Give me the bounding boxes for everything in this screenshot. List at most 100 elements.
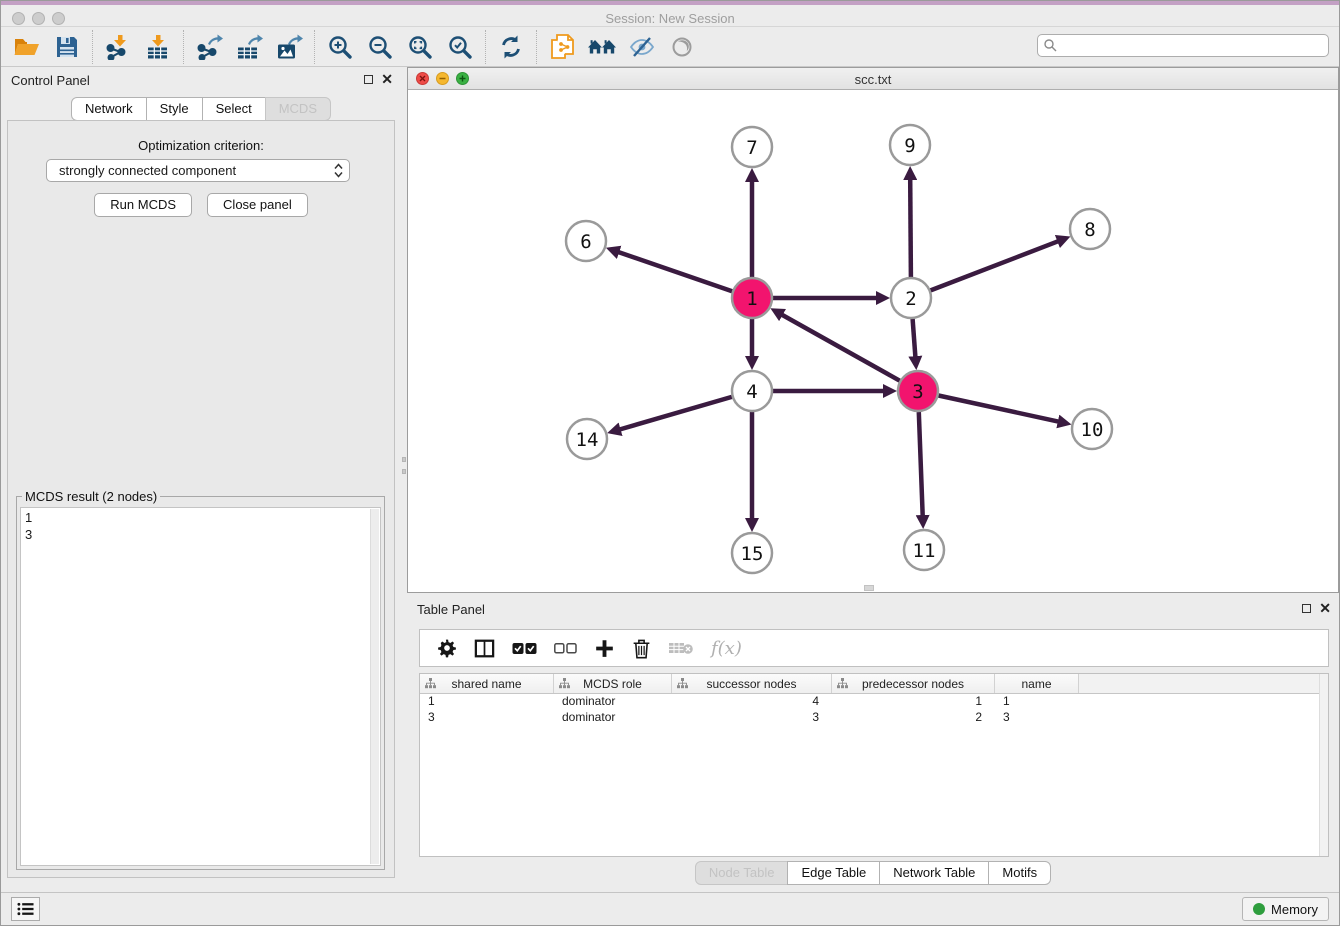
graph-edge-4-14[interactable] [620, 397, 732, 430]
optimization-criterion-value: strongly connected component [59, 163, 334, 178]
cell-successor-nodes[interactable]: 4 [672, 694, 832, 710]
search-field[interactable] [1037, 34, 1329, 57]
close-panel-icon[interactable]: ✕ [381, 74, 393, 84]
tab-mcds[interactable]: MCDS [265, 97, 331, 121]
add-row-icon[interactable] [594, 638, 615, 659]
table-settings-icon[interactable] [437, 638, 457, 658]
save-session-icon[interactable] [47, 30, 87, 64]
tab-style[interactable]: Style [146, 97, 203, 121]
cell-successor-nodes[interactable]: 3 [672, 710, 832, 726]
control-panel-title: Control Panel [11, 73, 90, 88]
splitter-grip[interactable] [402, 469, 406, 474]
graph-node-label: 9 [904, 135, 915, 157]
toolbar-separator [314, 30, 315, 64]
export-image-icon[interactable] [269, 30, 309, 64]
graph-edge-3-1[interactable] [782, 315, 900, 381]
graph-edge-2-8[interactable] [931, 241, 1059, 290]
splitter-grip[interactable] [402, 457, 406, 462]
graph-node-label: 4 [746, 381, 757, 403]
float-panel-icon[interactable] [1302, 604, 1311, 613]
close-panel-button[interactable]: Close panel [207, 193, 308, 217]
cell-shared-name[interactable]: 1 [420, 694, 554, 710]
zoom-in-icon[interactable] [320, 30, 360, 64]
memory-button[interactable]: Memory [1242, 897, 1329, 921]
result-scrollbar[interactable] [370, 509, 379, 864]
tab-select[interactable]: Select [202, 97, 266, 121]
search-input[interactable] [1058, 37, 1328, 55]
clone-network-icon[interactable] [542, 30, 582, 64]
network-canvas-svg[interactable]: 1234678910111415 [408, 90, 1340, 593]
attribute-icon [559, 678, 570, 689]
column-header-name[interactable]: name [995, 674, 1079, 693]
graph-edge-2-3[interactable] [913, 319, 916, 357]
hide-graphics-icon[interactable] [622, 30, 662, 64]
float-panel-icon[interactable] [364, 75, 373, 84]
column-header-shared-name[interactable]: shared name [420, 674, 554, 693]
mcds-result-text[interactable]: 1 3 [20, 507, 381, 866]
tab-edge-table[interactable]: Edge Table [787, 861, 880, 885]
import-table-icon[interactable] [138, 30, 178, 64]
import-network-icon[interactable] [98, 30, 138, 64]
function-builder-icon[interactable]: f(x) [711, 638, 742, 659]
zoom-out-icon[interactable] [360, 30, 400, 64]
tab-motifs[interactable]: Motifs [988, 861, 1051, 885]
column-header-mcds-role[interactable]: MCDS role [554, 674, 672, 693]
select-all-icon[interactable] [512, 642, 537, 655]
cell-name[interactable]: 3 [995, 710, 1079, 726]
control-panel-tabs: Network Style Select MCDS [1, 97, 401, 121]
task-history-button[interactable] [11, 897, 40, 921]
table-panel-title: Table Panel [417, 602, 485, 617]
cell-shared-name[interactable]: 3 [420, 710, 554, 726]
graph-edge-2-9[interactable] [910, 179, 911, 277]
cell-predecessor-nodes[interactable]: 1 [832, 694, 995, 710]
network-canvas[interactable]: 1234678910111415 [408, 90, 1338, 592]
apply-layout-icon[interactable] [491, 30, 531, 64]
deselect-all-icon[interactable] [554, 643, 577, 654]
column-view-icon[interactable] [474, 639, 495, 658]
column-header-successor-nodes[interactable]: successor nodes [672, 674, 832, 693]
cell-name[interactable]: 1 [995, 694, 1079, 710]
table-row[interactable]: 1 dominator 4 1 1 [420, 694, 1328, 710]
export-network-icon[interactable] [189, 30, 229, 64]
graph-node-label: 2 [905, 288, 916, 310]
optimization-criterion-select[interactable]: strongly connected component [46, 159, 350, 182]
graph-node-label: 10 [1081, 419, 1104, 441]
network-window-titlebar[interactable]: scc.txt [408, 68, 1338, 90]
horizontal-splitter-grip[interactable] [864, 585, 874, 591]
toolbar-separator [485, 30, 486, 64]
delete-row-icon[interactable] [632, 638, 651, 659]
zoom-fit-icon[interactable] [400, 30, 440, 64]
close-panel-icon[interactable]: ✕ [1319, 603, 1331, 613]
graph-edge-1-6[interactable] [618, 252, 732, 291]
graph-node-label: 7 [746, 137, 757, 159]
graph-edge-3-11[interactable] [919, 412, 923, 516]
tab-node-table[interactable]: Node Table [695, 861, 789, 885]
table-scrollbar[interactable] [1319, 674, 1328, 856]
mcds-result-line: 1 [25, 509, 376, 526]
tab-network-table[interactable]: Network Table [879, 861, 989, 885]
graph-edge-3-10[interactable] [939, 396, 1059, 422]
export-table-icon[interactable] [229, 30, 269, 64]
table-row[interactable]: 3 dominator 3 2 3 [420, 710, 1328, 726]
task-list-icon [17, 902, 34, 916]
graph-node-label: 14 [576, 429, 599, 451]
chevron-up-down-icon [334, 163, 343, 178]
run-mcds-button[interactable]: Run MCDS [94, 193, 192, 217]
open-file-icon[interactable] [7, 30, 47, 64]
table-panel: Table Panel ✕ f(x) [407, 596, 1339, 892]
cell-mcds-role[interactable]: dominator [554, 710, 672, 726]
toolbar-separator [92, 30, 93, 64]
first-neighbors-icon[interactable] [582, 30, 622, 64]
zoom-selected-icon[interactable] [440, 30, 480, 64]
cell-mcds-role[interactable]: dominator [554, 694, 672, 710]
show-graphics-details-icon[interactable] [662, 30, 702, 64]
tab-network[interactable]: Network [71, 97, 147, 121]
graph-node-label: 3 [912, 381, 923, 403]
graph-node-label: 15 [741, 543, 764, 565]
delete-table-icon[interactable] [668, 640, 694, 656]
graph-node-label: 6 [580, 231, 591, 253]
column-header-predecessor-nodes[interactable]: predecessor nodes [832, 674, 995, 693]
attribute-icon [677, 678, 688, 689]
mcds-tab-content: Optimization criterion: strongly connect… [7, 120, 395, 878]
cell-predecessor-nodes[interactable]: 2 [832, 710, 995, 726]
